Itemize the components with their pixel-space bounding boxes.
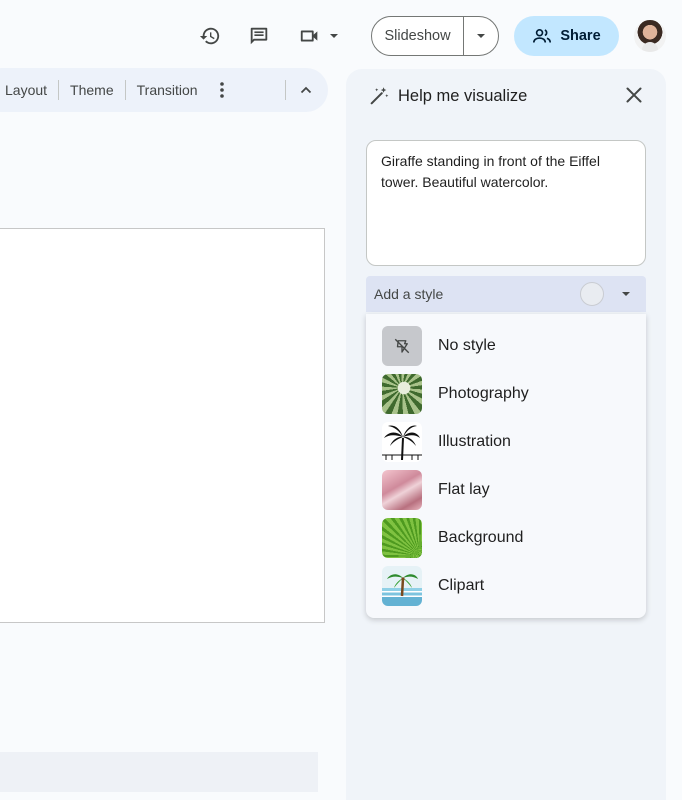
slideshow-button[interactable]: Slideshow bbox=[372, 17, 464, 55]
style-option-label: Illustration bbox=[438, 433, 511, 450]
style-option-label: Clipart bbox=[438, 577, 485, 594]
chevron-down-icon bbox=[622, 292, 630, 296]
style-dropdown-label: Add a style bbox=[374, 286, 444, 302]
style-option-label: Photography bbox=[438, 385, 529, 402]
style-option-label: Background bbox=[438, 529, 524, 546]
prompt-textarea[interactable]: Giraffe standing in front of the Eiffel … bbox=[366, 140, 646, 266]
speaker-notes-area[interactable] bbox=[0, 752, 318, 792]
share-button[interactable]: Share bbox=[514, 16, 619, 56]
meet-video-icon[interactable] bbox=[296, 22, 324, 50]
slide-canvas[interactable] bbox=[0, 228, 325, 623]
toolbar-transition[interactable]: Transition bbox=[126, 80, 209, 100]
version-history-icon[interactable] bbox=[196, 22, 224, 50]
style-option-no-style[interactable]: No style bbox=[366, 322, 646, 370]
style-dropdown[interactable]: Add a style bbox=[366, 276, 646, 312]
panel-title: Help me visualize bbox=[398, 87, 528, 105]
style-option-background[interactable]: Background bbox=[366, 514, 646, 562]
meet-dropdown-caret-icon[interactable] bbox=[324, 22, 344, 50]
flat-lay-thumbnail bbox=[382, 470, 422, 510]
collapse-toolbar-icon[interactable] bbox=[286, 80, 328, 100]
magic-wand-icon bbox=[368, 85, 390, 112]
share-label: Share bbox=[560, 28, 601, 44]
slideshow-options-button[interactable] bbox=[464, 17, 498, 55]
help-me-visualize-panel: Help me visualize Giraffe standing in fr… bbox=[346, 69, 666, 800]
photography-thumbnail bbox=[382, 374, 422, 414]
slide-toolbar: Layout Theme Transition bbox=[0, 68, 328, 112]
people-icon bbox=[533, 28, 552, 43]
more-options-icon[interactable] bbox=[209, 80, 235, 100]
clipart-thumbnail bbox=[382, 566, 422, 606]
chevron-down-icon bbox=[477, 34, 485, 38]
top-bar: Slideshow Share bbox=[0, 0, 682, 70]
close-icon[interactable] bbox=[624, 85, 644, 110]
style-option-clipart[interactable]: Clipart bbox=[366, 562, 646, 610]
comments-icon[interactable] bbox=[245, 22, 273, 50]
cursor-indicator bbox=[580, 282, 604, 306]
illustration-thumbnail bbox=[382, 422, 422, 462]
style-option-label: Flat lay bbox=[438, 481, 490, 498]
style-menu: No style Photography Illustration Flat l… bbox=[366, 314, 646, 618]
style-option-flat-lay[interactable]: Flat lay bbox=[366, 466, 646, 514]
background-thumbnail bbox=[382, 518, 422, 558]
toolbar-layout[interactable]: Layout bbox=[0, 80, 58, 100]
no-style-icon bbox=[382, 326, 422, 366]
style-option-illustration[interactable]: Illustration bbox=[366, 418, 646, 466]
style-option-photography[interactable]: Photography bbox=[366, 370, 646, 418]
toolbar-theme[interactable]: Theme bbox=[59, 80, 125, 100]
avatar[interactable] bbox=[634, 20, 666, 52]
style-option-label: No style bbox=[438, 337, 496, 354]
slideshow-button-group: Slideshow bbox=[371, 16, 499, 56]
